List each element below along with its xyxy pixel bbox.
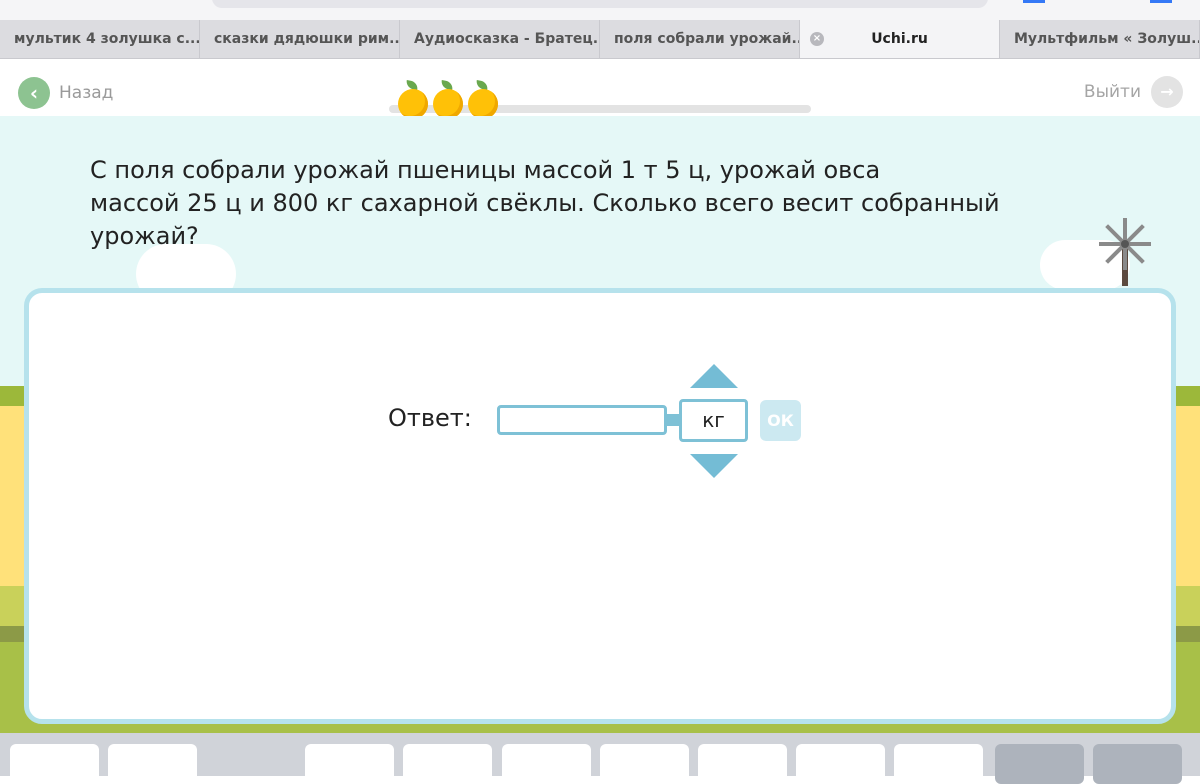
keyboard-key[interactable] — [305, 744, 394, 784]
tab-1-label: мультик 4 золушка с... — [14, 31, 200, 47]
address-bar — [0, 0, 1200, 20]
keyboard-key[interactable] — [698, 744, 787, 784]
keyboard-key[interactable] — [10, 744, 99, 784]
tab-active-label: Uchi.ru — [871, 31, 928, 47]
tab-6-label: Мультфильм « Золуш... — [1014, 31, 1200, 47]
tab-4-label: поля собрали урожай... — [614, 31, 800, 47]
back-label: Назад — [59, 83, 114, 103]
keyboard-key[interactable] — [600, 744, 689, 784]
tab-close-icon[interactable]: × — [810, 32, 824, 46]
answer-input[interactable] — [497, 405, 667, 435]
keyboard-key[interactable] — [995, 744, 1084, 784]
unit-down-arrow-icon[interactable] — [690, 454, 738, 478]
keyboard-key[interactable] — [796, 744, 885, 784]
keyboard-key[interactable] — [108, 744, 197, 784]
tab-1[interactable]: мультик 4 золушка с... — [0, 20, 200, 58]
keyboard-key[interactable] — [403, 744, 492, 784]
tab-4[interactable]: поля собрали урожай... — [600, 20, 800, 58]
keyboard-key[interactable] — [894, 744, 983, 784]
apple-icon — [433, 80, 465, 119]
tab-3-label: Аудиосказка - Братец... — [414, 31, 600, 47]
tab-3[interactable]: Аудиосказка - Братец... — [400, 20, 600, 58]
lesson-header: ‹ Назад Выйти → — [0, 59, 1200, 119]
chevron-left-icon: ‹ — [18, 77, 50, 109]
keyboard-key[interactable] — [1093, 744, 1182, 784]
task-question: С поля собрали урожай пшеницы массой 1 т… — [90, 156, 1000, 250]
exit-label: Выйти — [1083, 82, 1141, 102]
unit-selector[interactable]: кг — [679, 399, 748, 442]
url-field[interactable] — [212, 0, 988, 8]
tab-6[interactable]: Мультфильм « Золуш... — [1000, 20, 1200, 58]
tab-bar: мультик 4 золушка с... сказки дядюшки ри… — [0, 20, 1200, 59]
answer-label: Ответ: — [388, 404, 472, 432]
tab-2-label: сказки дядюшки рим... — [214, 31, 400, 47]
back-button[interactable]: ‹ Назад — [18, 77, 113, 109]
keyboard-key[interactable] — [502, 744, 591, 784]
apple-icon — [468, 80, 500, 119]
share-icon[interactable] — [1023, 0, 1045, 3]
exit-button[interactable]: Выйти → — [1084, 76, 1183, 108]
unit-up-arrow-icon[interactable] — [690, 364, 738, 388]
exit-icon: → — [1151, 76, 1183, 108]
tabs-icon[interactable] — [1150, 0, 1172, 3]
ok-button[interactable]: ОК — [760, 400, 801, 441]
answer-panel — [24, 288, 1176, 724]
tab-active[interactable]: × Uchi.ru — [800, 20, 1000, 58]
onscreen-keyboard — [0, 733, 1200, 784]
apple-icon — [398, 80, 430, 119]
tab-2[interactable]: сказки дядюшки рим... — [200, 20, 400, 58]
